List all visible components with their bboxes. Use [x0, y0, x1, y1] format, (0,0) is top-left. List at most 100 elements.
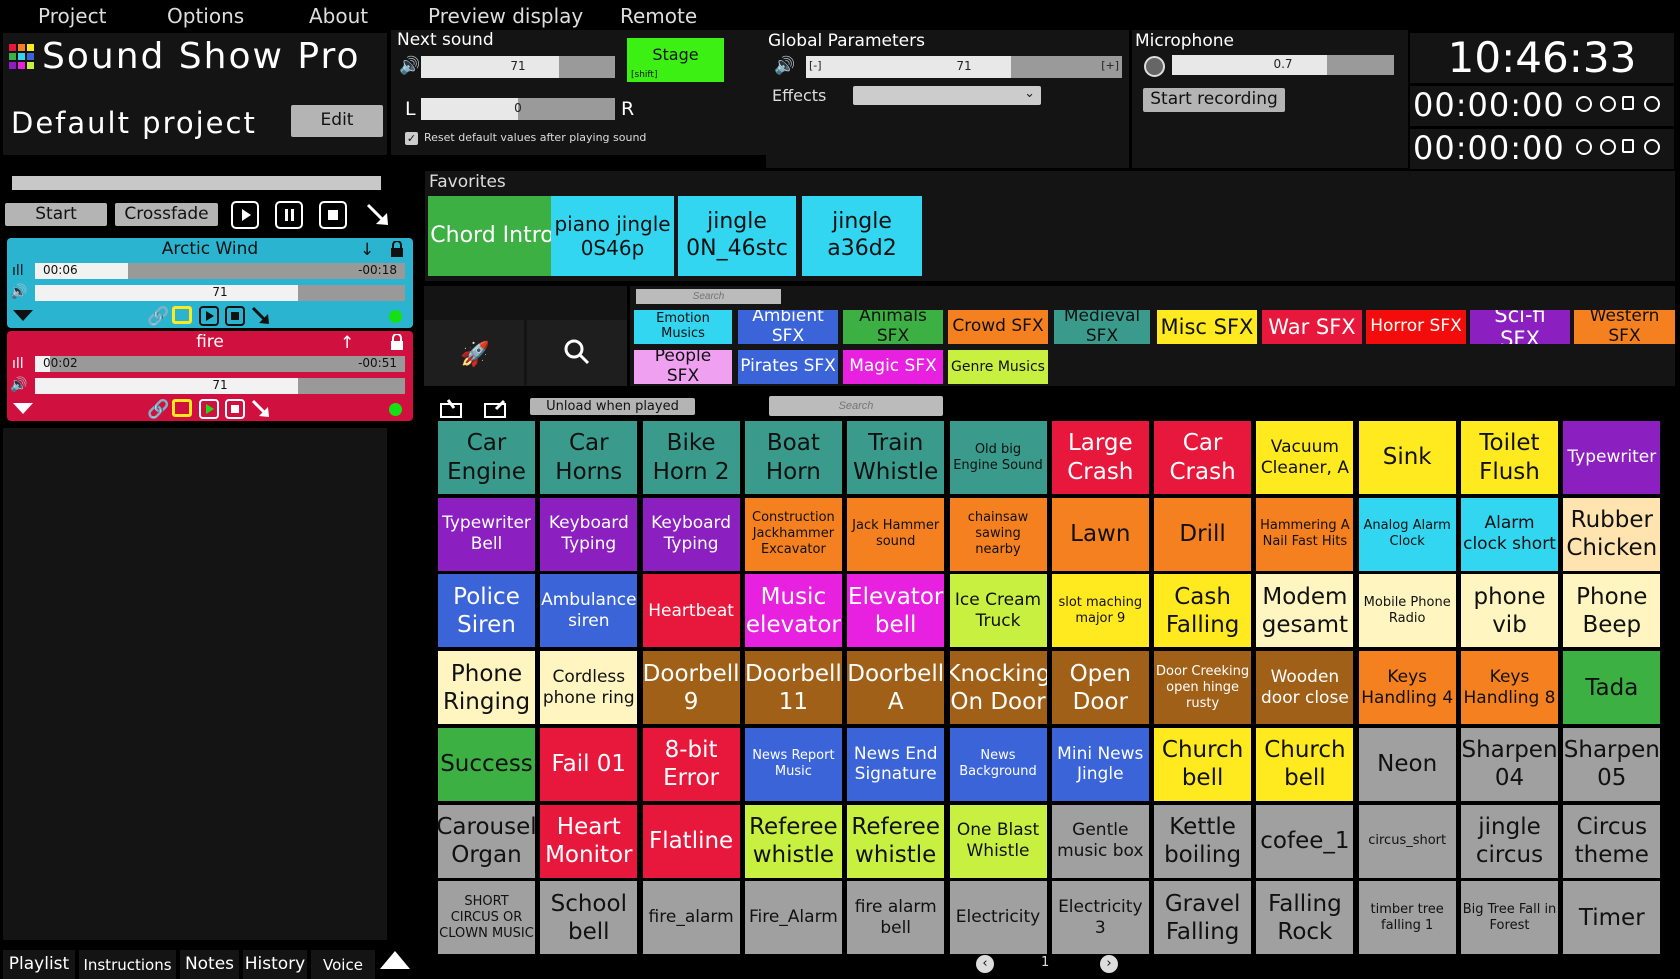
sound-tile-gravel-falling[interactable]: Gravel Falling — [1154, 881, 1252, 955]
sound-tile-open-door[interactable]: Open Door — [1051, 651, 1149, 725]
category-ambient-sfx[interactable]: Ambient SFX — [738, 310, 838, 344]
crossfade-button[interactable]: Crossfade — [115, 203, 218, 226]
sound-tile-hammering-a-nail-fast-hits[interactable]: Hammering A Nail Fast Hits — [1256, 497, 1354, 571]
menu-options[interactable]: Options — [167, 4, 244, 28]
sound-tile-fire-alarm-bell[interactable]: fire alarm bell — [847, 881, 945, 955]
sound-tile-fire-alarm[interactable]: fire_alarm — [642, 881, 740, 955]
sound-tile-toilet-flush[interactable]: Toilet Flush — [1461, 421, 1558, 494]
favorite-jingle-0n-46stc[interactable]: jingle 0N_46stc — [678, 196, 796, 276]
sound-tile-falling-rock[interactable]: Falling Rock — [1256, 881, 1354, 955]
sound-tile-keys-handling-8[interactable]: Keys Handling 8 — [1461, 651, 1558, 725]
category-search-input[interactable] — [636, 289, 781, 304]
sound-search-input[interactable] — [769, 396, 943, 416]
prev-page-icon[interactable]: ‹ — [976, 955, 994, 973]
sound-tile-big-tree-fall-in-forest[interactable]: Big Tree Fall in Forest — [1461, 881, 1558, 955]
sound-tile-jack-hammer-sound[interactable]: Jack Hammer sound — [847, 497, 945, 571]
sound-tile-boat-horn[interactable]: Boat Horn — [744, 421, 842, 494]
sound-tile-modem-gesamt[interactable]: Modem gesamt — [1256, 574, 1354, 648]
sound-tile-phone-beep[interactable]: Phone Beep — [1563, 574, 1661, 648]
category-magic-sfx[interactable]: Magic SFX — [843, 350, 943, 384]
sound-tile-rubber-chicken[interactable]: Rubber Chicken — [1563, 497, 1661, 571]
sound-tile-tada[interactable]: Tada — [1563, 651, 1661, 725]
sound-tile-keyboard-typing[interactable]: Keyboard Typing — [642, 497, 740, 571]
fade-out-icon[interactable] — [364, 201, 392, 229]
sound-tile-car-horns[interactable]: Car Horns — [540, 421, 638, 494]
volume-decrease-button[interactable]: [-] — [809, 59, 822, 72]
sound-tile-church-bell[interactable]: Church bell — [1154, 727, 1252, 801]
up-arrow-icon[interactable]: ↑ — [340, 333, 354, 353]
link-icon[interactable]: 🔗 — [147, 306, 169, 327]
import-icon[interactable] — [440, 398, 464, 418]
sound-tile-door-creeking-open-hinge-rusty[interactable]: Door Creeking open hinge rusty — [1154, 651, 1252, 725]
category-emotion-musics[interactable]: Emotion Musics — [634, 310, 732, 344]
timer-lock-icon[interactable] — [1622, 96, 1634, 110]
sound-tile-circus-theme[interactable]: Circus theme — [1563, 804, 1661, 878]
sound-tile-knocking-on-door[interactable]: Knocking On Door — [949, 651, 1047, 725]
category-misc-sfx[interactable]: Misc SFX — [1157, 310, 1257, 344]
sound-tile-timber-tree-falling-1[interactable]: timber tree falling 1 — [1358, 881, 1456, 955]
sound-tile-timer[interactable]: Timer — [1563, 881, 1661, 955]
pan-slider[interactable]: 0 — [421, 98, 615, 120]
sound-tile-news-report-music[interactable]: News Report Music — [744, 727, 842, 801]
expand-icon[interactable] — [13, 403, 33, 414]
menu-remote[interactable]: Remote — [620, 4, 697, 28]
sound-tile-cash-falling[interactable]: Cash Falling — [1154, 574, 1252, 648]
unload-when-played-toggle[interactable]: Unload when played — [530, 398, 695, 415]
start-button[interactable]: Start — [5, 203, 107, 226]
timer-play-icon[interactable] — [1576, 139, 1592, 155]
player-progress[interactable]: 00:02 -00:51 — [35, 356, 405, 372]
sound-tile-sharpen-04[interactable]: Sharpen 04 — [1461, 727, 1558, 801]
pause-all-button[interactable] — [275, 201, 303, 229]
sound-tile-heart-monitor[interactable]: Heart Monitor — [540, 804, 638, 878]
loop-icon[interactable] — [172, 306, 192, 324]
sound-tile-phone-ringing[interactable]: Phone Ringing — [438, 651, 535, 725]
sound-tile-police-siren[interactable]: Police Siren — [438, 574, 535, 648]
player-card-arctic-wind[interactable]: Arctic Wind ↓ ıll 00:06 -00:18 🔊 71 🔗 — [7, 238, 413, 328]
player-volume[interactable]: 71 — [35, 285, 405, 301]
play-all-button[interactable] — [231, 201, 259, 229]
search-mode-button[interactable] — [527, 320, 627, 386]
sound-tile-car-engine[interactable]: Car Engine — [438, 421, 535, 494]
sound-tile-doorbell-11[interactable]: Doorbell 11 — [744, 651, 842, 725]
microphone-level-slider[interactable]: 0.7 — [1172, 55, 1394, 75]
sound-tile-vacuum-cleaner-a[interactable]: Vacuum Cleaner, A — [1256, 421, 1354, 494]
sound-tile-chainsaw-sawing-nearby[interactable]: chainsaw sawing nearby — [949, 497, 1047, 571]
sound-tile-lawn[interactable]: Lawn — [1051, 497, 1149, 571]
category-war-sfx[interactable]: War SFX — [1262, 310, 1362, 344]
sound-tile-ambulance-siren[interactable]: Ambulance siren — [540, 574, 638, 648]
sound-tile-news-background[interactable]: News Background — [949, 727, 1047, 801]
sound-tile-church-bell[interactable]: Church bell — [1256, 727, 1354, 801]
sound-tile-fire-alarm[interactable]: Fire_Alarm — [744, 881, 842, 955]
card-play-icon[interactable] — [199, 399, 219, 419]
player-volume[interactable]: 71 — [35, 378, 405, 394]
sound-tile-cordless-phone-ring[interactable]: Cordless phone ring — [540, 651, 638, 725]
sound-tile-train-whistle[interactable]: Train Whistle — [847, 421, 945, 494]
sound-tile-referee-whistle[interactable]: Referee whistle — [847, 804, 945, 878]
next-page-icon[interactable]: › — [1100, 955, 1118, 973]
sound-tile-success[interactable]: Success — [438, 727, 535, 801]
timer-clock-icon[interactable] — [1644, 139, 1660, 155]
category-sci-fi-sfx[interactable]: Sci-fi SFX — [1470, 310, 1570, 344]
tab-history[interactable]: History — [243, 950, 307, 979]
stop-all-button[interactable] — [319, 201, 347, 229]
expand-icon[interactable] — [13, 310, 33, 321]
category-horror-sfx[interactable]: Horror SFX — [1366, 310, 1466, 344]
tab-playlist[interactable]: Playlist — [3, 950, 75, 979]
sound-tile-car-crash[interactable]: Car Crash — [1154, 421, 1252, 494]
sound-tile-keyboard-typing[interactable]: Keyboard Typing — [540, 497, 638, 571]
sound-tile-slot-maching-major-9[interactable]: slot maching major 9 — [1051, 574, 1149, 648]
category-genre-musics[interactable]: Genre Musics — [948, 350, 1048, 384]
lock-icon[interactable] — [390, 240, 404, 257]
volume-increase-button[interactable]: [+] — [1101, 59, 1119, 72]
sound-tile-old-big-engine-sound[interactable]: Old big Engine Sound — [949, 421, 1047, 494]
tab-notes[interactable]: Notes — [180, 950, 239, 979]
sound-tile-sink[interactable]: Sink — [1358, 421, 1456, 494]
sound-tile-construction-jackhammer-excavator[interactable]: Construction Jackhammer Excavator — [744, 497, 842, 571]
tab-instructions[interactable]: Instructions — [79, 950, 176, 979]
sound-tile-news-end-signature[interactable]: News End Signature — [847, 727, 945, 801]
global-volume-slider[interactable]: 71 [-] [+] — [806, 56, 1122, 78]
sound-tile-mini-news-jingle[interactable]: Mini News Jingle — [1051, 727, 1149, 801]
launch-mode-button[interactable]: 🚀 — [424, 320, 524, 386]
collapse-up-icon[interactable] — [380, 951, 410, 969]
sound-tile-doorbell-9[interactable]: Doorbell 9 — [642, 651, 740, 725]
